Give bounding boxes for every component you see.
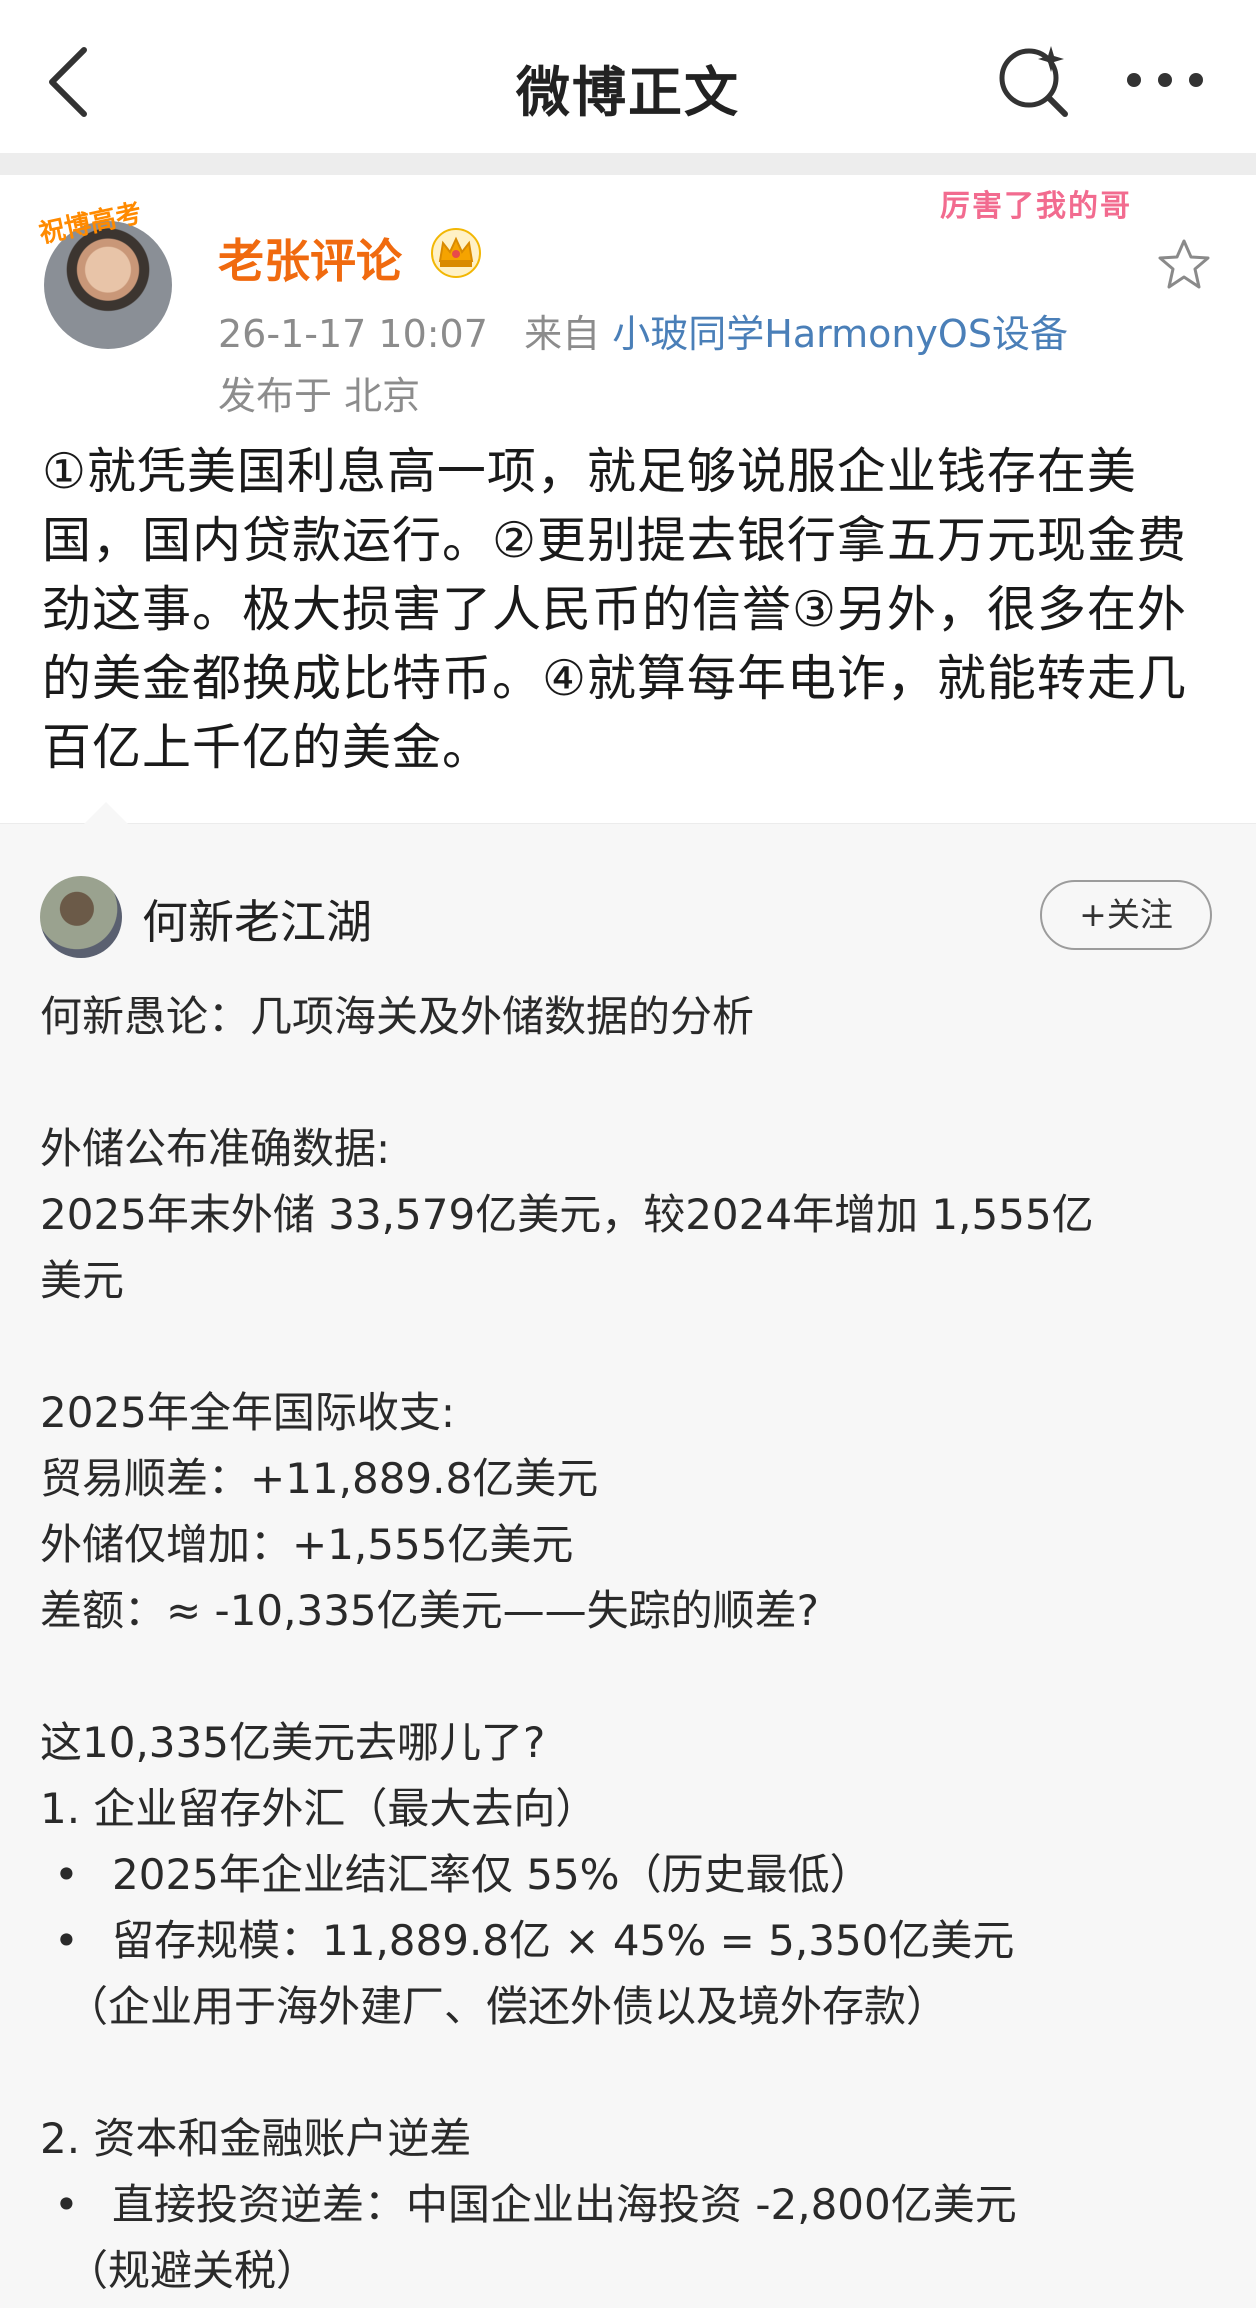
- bullet-text: 直接投资逆差：中国企业出海投资 -2,800亿美元: [112, 2180, 1017, 2229]
- repost-line: 外储公布准确数据:: [40, 1124, 391, 1173]
- bullet-item: • 2025年企业结汇率仅 55%（历史最低）: [40, 1842, 1220, 1908]
- more-dots-icon[interactable]: [1120, 40, 1210, 120]
- section-divider: [0, 153, 1256, 175]
- post-text: ①就凭美国利息高一项，就足够说服企业钱存在美国，国内贷款运行。②更别提去银行拿五…: [42, 443, 1187, 776]
- bullet-dot: •: [54, 2180, 79, 2229]
- repost-line: 外储仅增加：+1,555亿美元: [40, 1520, 574, 1569]
- repost-line: 这10,335亿美元去哪儿了?: [40, 1718, 546, 1767]
- repost-line: （规避关税）: [66, 2246, 319, 2295]
- repost-line: 美元: [40, 1256, 125, 1305]
- repost-pointer: [84, 802, 128, 824]
- emoji-sticker: 厉害了我的哥: [940, 189, 1132, 224]
- repost-line: 1. 企业留存外汇（最大去向）: [40, 1784, 598, 1833]
- crown-icon: [430, 227, 482, 279]
- bullet-item: • 直接投资逆差：中国企业出海投资 -2,800亿美元: [40, 2172, 1220, 2238]
- avatar[interactable]: [40, 876, 122, 958]
- repost-line: 2025年末外储 33,579亿美元，较2024年增加 1,555亿: [40, 1190, 1094, 1239]
- bullet-dot: •: [54, 1916, 79, 1965]
- repost-line: 贸易顺差：+11,889.8亿美元: [40, 1454, 599, 1503]
- bullet-dot: •: [54, 1850, 79, 1899]
- repost-line: 何新愚论：几项海关及外储数据的分析: [40, 992, 755, 1041]
- post-meta: 26-1-17 10:07 来自 小玻同学HarmonyOS设备: [218, 303, 1068, 358]
- repost-line: 2025年全年国际收支:: [40, 1388, 456, 1437]
- search-sparkle-icon[interactable]: [995, 40, 1075, 120]
- bullet-item: • 留存规模：11,889.8亿 × 45% = 5,350亿美元: [40, 1908, 1220, 1974]
- repost-line: 2. 资本和金融账户逆差: [40, 2114, 472, 2163]
- repost-author-name[interactable]: 何新老江湖: [142, 886, 372, 952]
- follow-button[interactable]: +关注: [1040, 880, 1212, 950]
- author-name[interactable]: 老张评论: [218, 225, 402, 291]
- post-timestamp: 26-1-17 10:07: [218, 312, 488, 356]
- bullet-text: 留存规模：11,889.8亿 × 45% = 5,350亿美元: [112, 1916, 1015, 1965]
- top-nav-bar: 微博正文: [0, 0, 1256, 155]
- reposted-weibo[interactable]: 何新老江湖 +关注 何新愚论：几项海关及外储数据的分析 外储公布准确数据: 20…: [0, 802, 1256, 2308]
- repost-line: 差额：≈ -10,335亿美元——失踪的顺差?: [40, 1586, 819, 1635]
- bullet-text: 2025年企业结汇率仅 55%（历史最低）: [112, 1850, 872, 1899]
- source-device-link[interactable]: 小玻同学HarmonyOS设备: [612, 312, 1068, 356]
- source-prefix: 来自: [524, 312, 601, 356]
- repost-body: 何新愚论：几项海关及外储数据的分析 外储公布准确数据: 2025年末外储 33,…: [40, 984, 1220, 2304]
- star-icon[interactable]: [1156, 237, 1212, 293]
- post-location: 发布于 北京: [218, 374, 421, 418]
- repost-line: （企业用于海外建厂、偿还外债以及境外存款）: [66, 1982, 949, 2031]
- main-post: 祝博高考 老张评论 厉害了我的哥 26-1-17 10:07 来自 小玻同学Ha…: [0, 175, 1256, 823]
- author-avatar[interactable]: 祝博高考: [37, 198, 178, 349]
